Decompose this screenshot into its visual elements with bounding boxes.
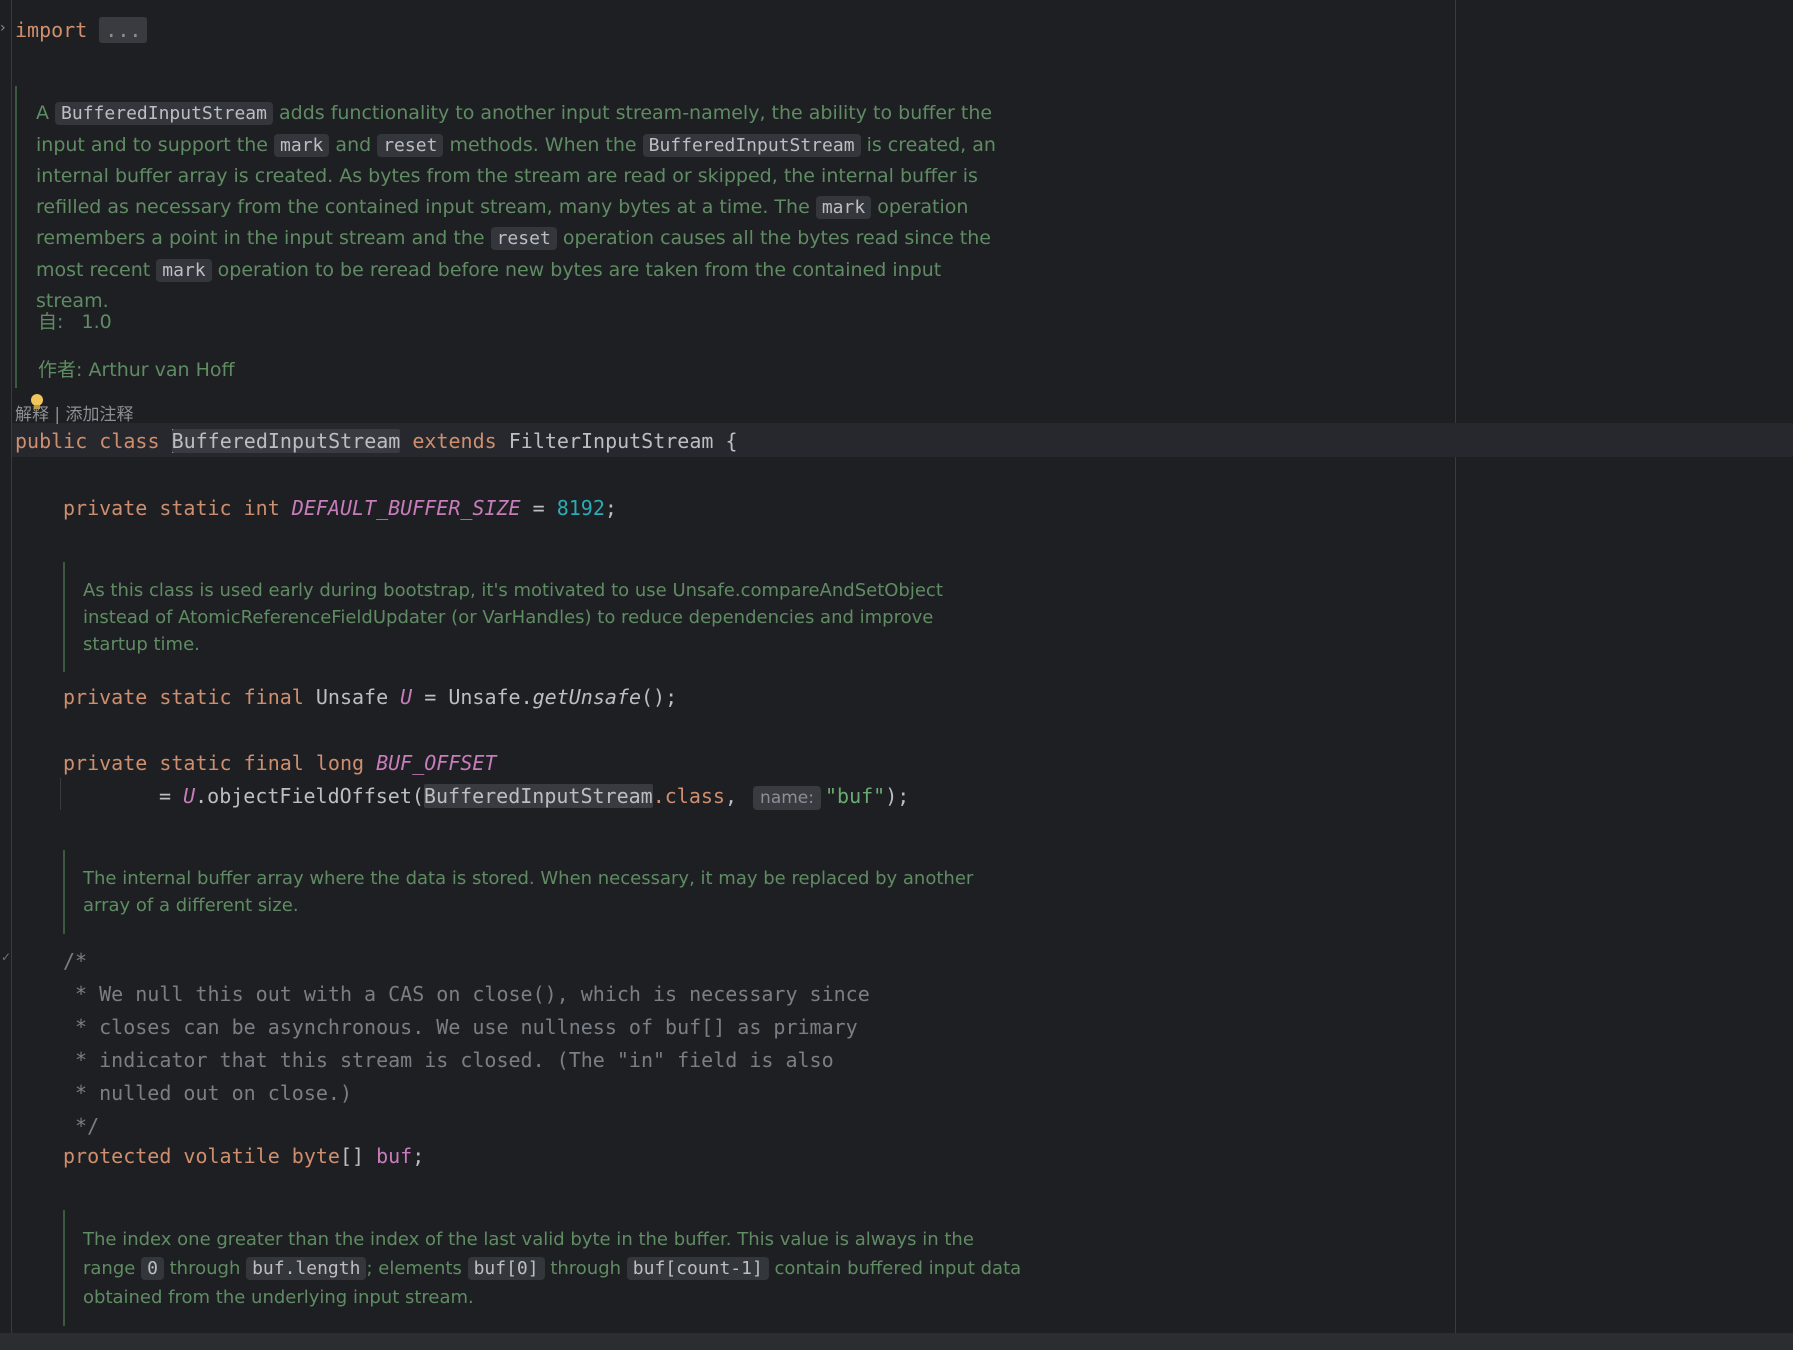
since-tag: 自: 1.0	[38, 311, 112, 333]
class-declaration[interactable]: public class BufferedInputStream extends…	[15, 427, 738, 455]
unsafe-doc-bar	[63, 562, 65, 672]
gutter-divider	[11, 0, 12, 1333]
parent-class[interactable]: FilterInputStream	[509, 429, 714, 453]
doc-code-ref: reset	[490, 227, 557, 250]
buf-offset-continuation[interactable]: = U.objectFieldOffset(BufferedInputStrea…	[159, 782, 909, 810]
doc-code-ref: buf[0]	[467, 1257, 545, 1280]
buf-doc-bar	[63, 850, 65, 934]
unsafe-field-line[interactable]: private static final Unsafe U = Unsafe.g…	[63, 683, 677, 711]
doc-code-ref: reset	[377, 133, 444, 157]
lightbulb-icon-base	[34, 405, 40, 409]
indent-guide	[60, 778, 61, 810]
default-buffer-size-line[interactable]: private static int DEFAULT_BUFFER_SIZE =…	[63, 494, 617, 522]
doc-code-ref: mark	[156, 258, 212, 282]
doc-code-ref: mark	[274, 133, 330, 157]
buf-field-line[interactable]: protected volatile byte[] buf;	[63, 1142, 424, 1170]
doc-code-ref: mark	[815, 195, 872, 219]
fold-check-icon: ✓	[1, 950, 12, 964]
doc-code-ref: BufferedInputStream	[55, 102, 273, 125]
count-doc-bar	[63, 1210, 65, 1326]
code-editor[interactable]: › import ... A BufferedInputStream adds …	[0, 0, 1793, 1333]
unsafe-javadoc: As this class is used early during boots…	[83, 580, 943, 655]
doc-code-ref: buf.length	[246, 1257, 367, 1280]
right-margin-guide	[1455, 0, 1456, 1333]
import-fold-placeholder[interactable]: ...	[99, 17, 148, 43]
author-tag: 作者: Arthur van Hoff	[38, 359, 235, 381]
class-javadoc: A BufferedInputStream adds functionality…	[36, 102, 996, 312]
doc-code-ref: BufferedInputStream	[642, 133, 861, 157]
buf-javadoc: The internal buffer array where the data…	[83, 868, 974, 916]
count-javadoc: The index one greater than the index of …	[83, 1229, 1022, 1308]
horizontal-scrollbar[interactable]	[0, 1333, 1793, 1350]
import-keyword: import	[15, 18, 88, 42]
doc-code-ref: 0	[141, 1257, 164, 1280]
import-line[interactable]: import ...	[15, 16, 148, 44]
buf-offset-line[interactable]: private static final long BUF_OFFSET	[63, 749, 497, 777]
class-name[interactable]: BufferedInputStream	[171, 429, 401, 453]
parameter-hint: name:	[753, 786, 821, 810]
class-doc-bar	[15, 86, 17, 388]
fold-expand-icon[interactable]: ›	[0, 20, 6, 36]
block-comment[interactable]: /* * We null this out with a CAS on clos…	[63, 945, 870, 1143]
doc-code-ref: buf[count-1]	[626, 1257, 769, 1280]
